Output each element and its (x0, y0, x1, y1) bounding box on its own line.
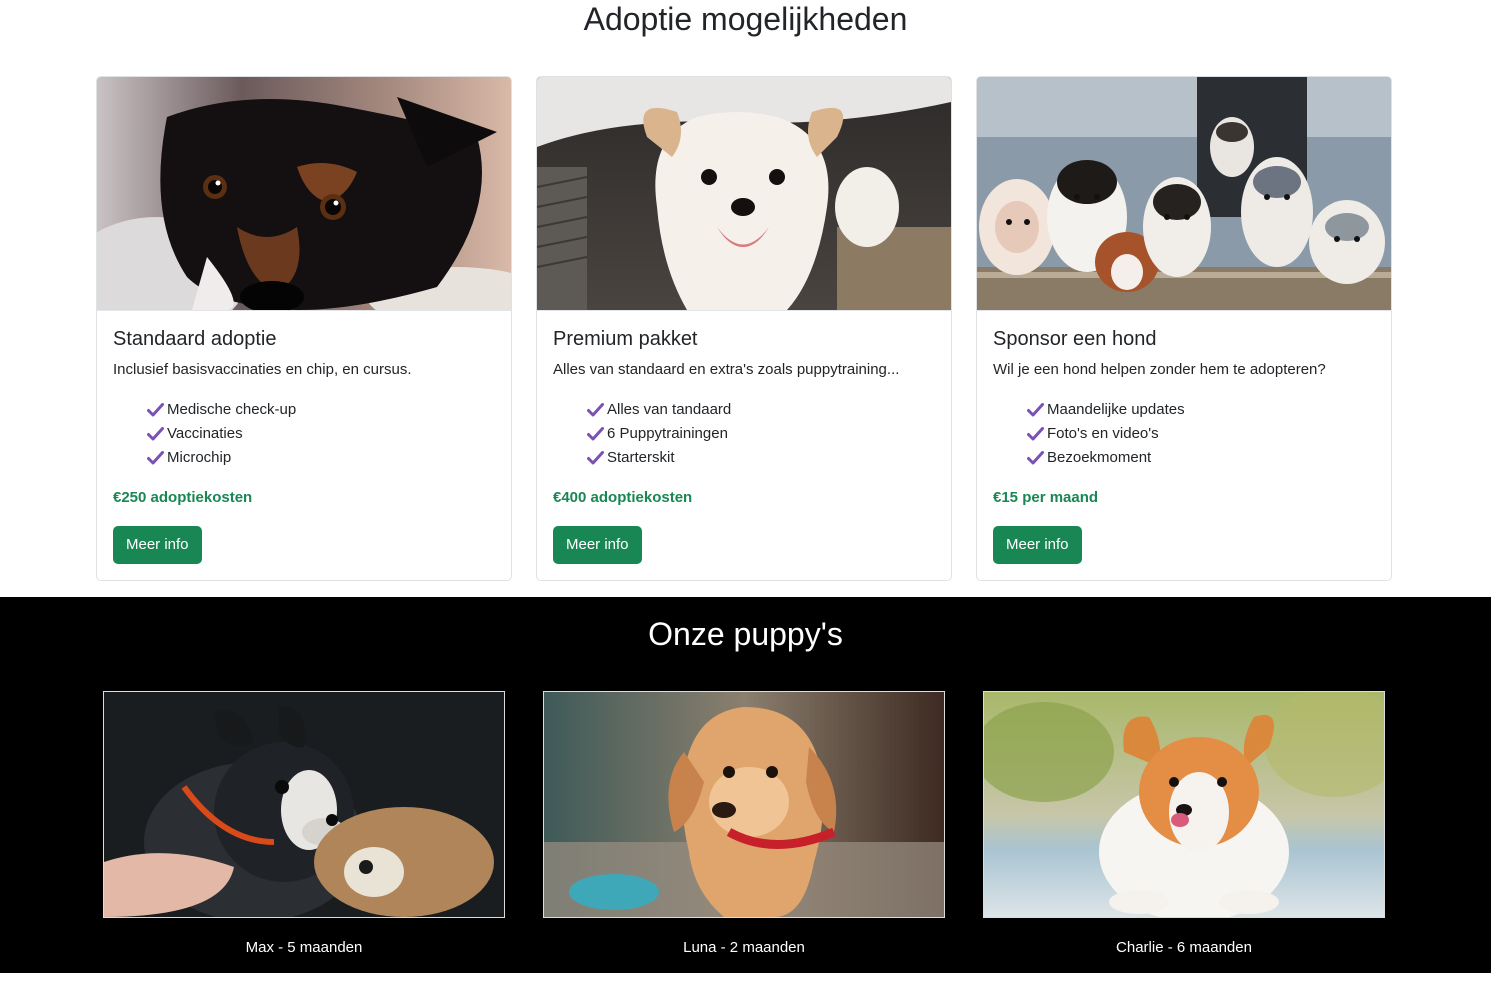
price-label: €400 adoptiekosten (553, 489, 693, 506)
price-label: €250 adoptiekosten (113, 489, 253, 506)
puppy-item-max: Max - 5 maanden (103, 691, 505, 958)
puppies-section-title: Onze puppy's (648, 616, 843, 652)
feature-label: Foto's en video's (1047, 425, 1159, 442)
golden-retriever-puppy-image (543, 691, 945, 918)
puppy-gallery: Max - 5 maanden Luna - 2 maanden Charlie… (103, 691, 1385, 958)
checkmark-icon (587, 427, 604, 441)
list-item: Microchip (147, 446, 495, 470)
puppy-item-luna: Luna - 2 maanden (543, 691, 945, 958)
feature-label: Alles van tandaard (607, 401, 732, 418)
feature-list: Medische check-up Vaccinaties Microchip (113, 398, 495, 470)
card-body: Standaard adoptie Inclusief basisvaccina… (113, 311, 495, 564)
feature-list: Maandelijke updates Foto's en video's Be… (993, 398, 1375, 470)
list-item: Medische check-up (147, 398, 495, 422)
meer-info-button[interactable]: Meer info (553, 526, 642, 564)
meer-info-button[interactable]: Meer info (993, 526, 1082, 564)
feature-list: Alles van tandaard 6 Puppytrainingen Sta… (553, 398, 935, 470)
feature-label: Maandelijke updates (1047, 401, 1185, 418)
card-description: Wil je een hond helpen zonder hem te ado… (993, 361, 1326, 378)
puppy-caption: Max - 5 maanden (245, 939, 363, 956)
feature-label: Microchip (167, 449, 232, 466)
list-item: 6 Puppytrainingen (587, 422, 935, 446)
feature-label: Bezoekmoment (1047, 449, 1152, 466)
list-item: Starterskit (587, 446, 935, 470)
boston-terrier-puppy-image (103, 691, 505, 918)
adoption-section-title: Adoptie mogelijkheden (583, 1, 908, 37)
card-description: Inclusief basisvaccinaties en chip, en c… (113, 361, 412, 378)
adoption-card-premium: Premium pakket Alles van standaard en ex… (536, 76, 952, 581)
meer-info-button[interactable]: Meer info (113, 526, 202, 564)
card-title: Sponsor een hond (993, 328, 1157, 350)
adoption-section: Adoptie mogelijkheden Standaard adoptie … (0, 0, 1491, 597)
card-title: Standaard adoptie (113, 328, 277, 350)
white-fluffy-dog-image (537, 77, 951, 311)
adoption-card-sponsor: Sponsor een hond Wil je een hond helpen … (976, 76, 1392, 581)
puppy-litter-image (977, 77, 1391, 311)
list-item: Maandelijke updates (1027, 398, 1375, 422)
card-body: Sponsor een hond Wil je een hond helpen … (993, 311, 1375, 564)
page-bottom (0, 973, 1491, 1000)
card-title: Premium pakket (553, 328, 698, 350)
black-dog-closeup-image (97, 77, 511, 311)
checkmark-icon (587, 403, 604, 417)
checkmark-icon (1027, 451, 1044, 465)
checkmark-icon (147, 451, 164, 465)
checkmark-icon (1027, 427, 1044, 441)
puppy-caption: Luna - 2 maanden (683, 939, 805, 956)
adoption-card-standaard: Standaard adoptie Inclusief basisvaccina… (96, 76, 512, 581)
card-body: Premium pakket Alles van standaard en ex… (553, 311, 935, 564)
list-item: Bezoekmoment (1027, 446, 1375, 470)
price-label: €15 per maand (993, 489, 1099, 506)
list-item: Foto's en video's (1027, 422, 1375, 446)
checkmark-icon (147, 427, 164, 441)
adoption-cards: Standaard adoptie Inclusief basisvaccina… (96, 76, 1392, 581)
checkmark-icon (587, 451, 604, 465)
puppy-caption: Charlie - 6 maanden (1116, 939, 1252, 956)
puppy-item-charlie: Charlie - 6 maanden (983, 691, 1385, 958)
card-description: Alles van standaard en extra's zoals pup… (553, 361, 900, 378)
checkmark-icon (1027, 403, 1044, 417)
puppies-section: Onze puppy's Max - 5 maanden Luna - 2 ma… (0, 597, 1491, 973)
feature-label: Medische check-up (167, 401, 297, 418)
feature-label: Vaccinaties (167, 425, 243, 442)
list-item: Alles van tandaard (587, 398, 935, 422)
checkmark-icon (147, 403, 164, 417)
feature-label: Starterskit (607, 449, 675, 466)
list-item: Vaccinaties (147, 422, 495, 446)
feature-label: 6 Puppytrainingen (607, 425, 728, 442)
corgi-dog-image (983, 691, 1385, 918)
